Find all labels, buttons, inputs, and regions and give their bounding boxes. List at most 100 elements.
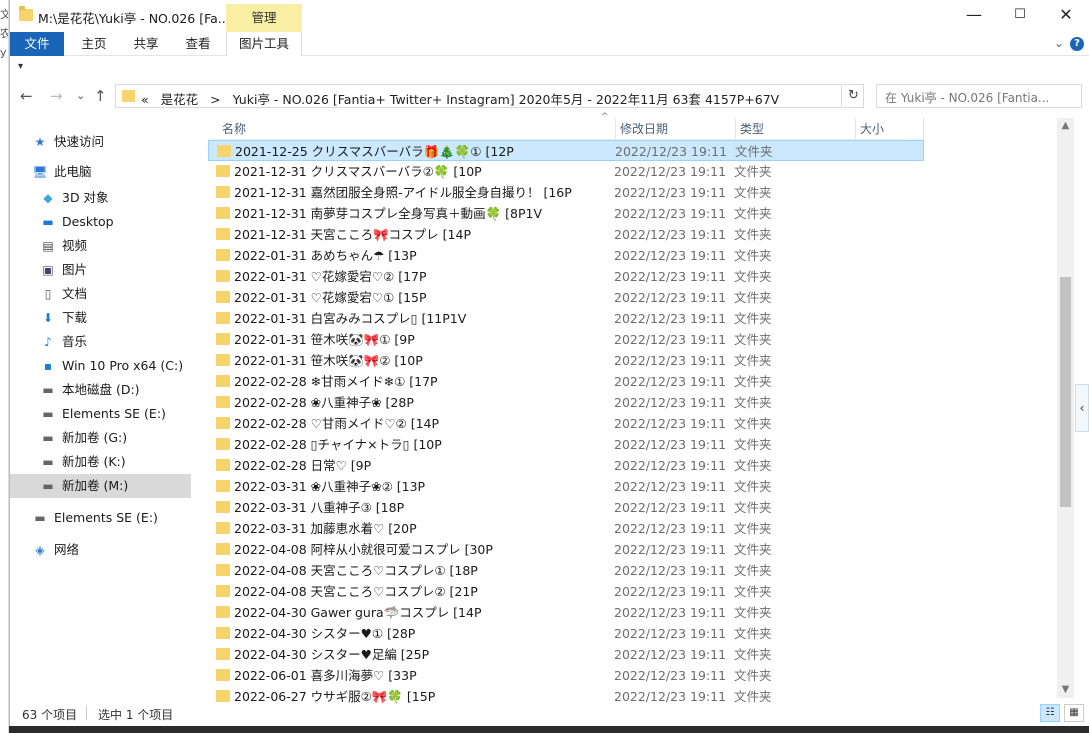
breadcrumb-separator[interactable]: > [210, 92, 220, 107]
column-type[interactable]: 类型 [736, 118, 856, 140]
large-icons-view-button[interactable]: ▦ [1064, 704, 1084, 722]
file-row[interactable]: 2022-01-31 白宮みみコスプレ▯ [11P1V 2022/12/23 19… [208, 308, 924, 329]
file-row[interactable]: 2022-02-28 日常♡ [9P 2022/12/23 19:11 文件夹 [208, 455, 924, 476]
details-view-button[interactable]: ☷ [1040, 704, 1060, 722]
quick-access-dropdown-icon[interactable]: ▾ [18, 61, 23, 72]
file-row[interactable]: 2021-12-31 クリスマスバーバラ②🍀 [10P 2022/12/23 19… [208, 161, 924, 182]
desktop-edge-text: y [0, 46, 7, 59]
file-type: 文件夹 [734, 206, 772, 221]
close-button[interactable]: ✕ [1043, 0, 1089, 32]
file-row[interactable]: 2022-04-08 天宮こころ♡コスプレ① [18P 2022/12/23 19… [208, 560, 924, 581]
back-button[interactable]: ← [20, 87, 33, 105]
file-row[interactable]: 2022-01-31 笹木咲🐼🎀① [9P 2022/12/23 19:11 文件夹 [208, 329, 924, 350]
file-type: 文件夹 [734, 269, 772, 284]
up-button[interactable]: ↑ [94, 87, 107, 105]
file-row[interactable]: 2022-04-30 Gawer gura🦈コスプレ [14P 2022/12/2… [208, 602, 924, 623]
breadcrumb-segment[interactable]: Yuki亭 - NO.026 [Fantia+ Twitter+ Instagr… [233, 92, 780, 107]
picture-icon: ▣ [42, 263, 54, 277]
minimize-button[interactable]: — [951, 0, 997, 32]
refresh-button[interactable]: ↻ [844, 84, 864, 108]
folder-icon [216, 396, 230, 408]
nav-item[interactable]: ▬ 新加卷 (M:) [10, 474, 191, 498]
nav-item[interactable]: ★ 快速访问 [32, 130, 104, 154]
nav-item[interactable]: ▬ 新加卷 (K:) [40, 450, 125, 474]
file-row[interactable]: 2022-01-31 ♡花嫁愛宕♡① [15P 2022/12/23 19:11 文… [208, 287, 924, 308]
file-row[interactable]: 2022-06-01 喜多川海夢♡ [33P 2022/12/23 19:11 文件… [208, 665, 924, 686]
nav-item[interactable]: ♪ 音乐 [40, 330, 87, 354]
search-input[interactable]: 在 Yuki亭 - NO.026 [Fantia... [876, 84, 1082, 108]
folder-icon [216, 270, 230, 282]
nav-item[interactable]: ▤ 视频 [40, 234, 87, 258]
file-row[interactable]: 2022-03-31 ❀八重神子❀② [13P 2022/12/23 19:11 文… [208, 476, 924, 497]
file-date: 2022/12/23 19:11 [614, 500, 727, 515]
tab-picture-tools[interactable]: 图片工具 [226, 32, 302, 56]
nav-item[interactable]: ⬇ 下载 [40, 306, 87, 330]
nav-item-label: 本地磁盘 (D:) [62, 382, 140, 397]
file-row[interactable]: 2022-02-28 ❀八重神子❀ [28P 2022/12/23 19:11 文件… [208, 392, 924, 413]
nav-item-label: 音乐 [62, 334, 88, 349]
file-row[interactable]: 2022-01-31 笹木咲🐼🎀② [10P 2022/12/23 19:11 文件… [208, 350, 924, 371]
nav-item-label: 下载 [62, 310, 88, 325]
file-type: 文件夹 [734, 416, 772, 431]
nav-item[interactable]: 🖥 此电脑 [32, 160, 91, 184]
file-row[interactable]: 2022-01-31 ♡花嫁愛宕♡② [17P 2022/12/23 19:11 文… [208, 266, 924, 287]
address-row: ← → ⌄ ↑ « 是花花 > Yuki亭 - NO.026 [Fantia+ … [10, 83, 1089, 111]
maximize-button[interactable]: ☐ [997, 0, 1043, 32]
nav-item[interactable]: ◈ 网络 [32, 538, 79, 562]
scroll-down-icon[interactable]: ▼ [1057, 682, 1074, 698]
file-name: 2022-02-28 ♡甘雨メイド♡② [14P [234, 416, 440, 431]
breadcrumb-segment[interactable]: 是花花 [161, 92, 199, 107]
status-divider [86, 706, 87, 720]
file-row[interactable]: 2022-02-28 ♡甘雨メイド♡② [14P 2022/12/23 19:11… [208, 413, 924, 434]
file-row[interactable]: 2022-04-08 天宮こころ♡コスプレ② [21P 2022/12/23 19… [208, 581, 924, 602]
nav-item[interactable]: ▬ Elements SE (E:) [40, 402, 166, 426]
tab-file[interactable]: 文件 [10, 32, 64, 56]
nav-item[interactable]: ▬ 新加卷 (G:) [40, 426, 127, 450]
file-row[interactable]: 2022-03-31 八重神子③ [18P 2022/12/23 19:11 文件夹 [208, 497, 924, 518]
drive-icon: ▬ [42, 431, 54, 445]
breadcrumb-overflow[interactable]: « [141, 92, 149, 107]
tab-share[interactable]: 共享 [126, 32, 166, 56]
file-date: 2022/12/23 19:11 [614, 458, 727, 473]
column-modified[interactable]: 修改日期 [616, 118, 736, 140]
file-row[interactable]: 2022-04-30 シスター♥① [28P 2022/12/23 19:11 文件… [208, 623, 924, 644]
nav-item[interactable]: ▬ Desktop [40, 210, 113, 234]
file-row[interactable]: 2021-12-25 クリスマスバーバラ🎁🎄🍀① [12P 2022/12/23 … [208, 140, 924, 161]
vertical-scrollbar[interactable]: ▲ ▼ [1057, 118, 1074, 698]
desktop-edge-text: 农 [0, 27, 8, 40]
nav-item[interactable]: ▬ Elements SE (E:) [32, 506, 158, 530]
desktop-icon: ▬ [42, 215, 54, 229]
nav-item[interactable]: ◆ 3D 对象 [40, 186, 108, 210]
file-row[interactable]: 2022-04-30 シスター♥足編 [25P 2022/12/23 19:11 文… [208, 644, 924, 665]
nav-item[interactable]: ▯ 文档 [40, 282, 87, 306]
nav-item-label: 文档 [62, 286, 88, 301]
nav-item[interactable]: ▬ 本地磁盘 (D:) [40, 378, 140, 402]
nav-item-label: 新加卷 (M:) [62, 478, 129, 493]
recent-locations-button[interactable]: ⌄ [76, 89, 85, 102]
file-row[interactable]: 2021-12-31 天宮こころ🎀コスプレ [14P 2022/12/23 19:… [208, 224, 924, 245]
file-row[interactable]: 2021-12-31 嘉然团服全身照-アイドル服全身自撮り！ [16P 2022/… [208, 182, 924, 203]
column-header: 名称 ^ 修改日期 类型 大小 [208, 112, 924, 140]
file-row[interactable]: 2022-01-31 あめちゃん☂ [13P 2022/12/23 19:11 文件… [208, 245, 924, 266]
file-row[interactable]: 2022-04-08 阿梓从小就很可爱コスプレ [30P 2022/12/23 1… [208, 539, 924, 560]
help-icon[interactable]: ? [1070, 37, 1084, 51]
file-row[interactable]: 2022-03-31 加藤恵水着♡ [20P 2022/12/23 19:11 文件… [208, 518, 924, 539]
address-bar[interactable]: « 是花花 > Yuki亭 - NO.026 [Fantia+ Twitter+… [115, 84, 842, 108]
ribbon-expand-icon[interactable]: ⌄ [1054, 36, 1064, 50]
column-size[interactable]: 大小 [856, 118, 924, 140]
preview-pane-toggle[interactable]: ‹ [1075, 384, 1089, 432]
file-row[interactable]: 2022-02-28 ▯チャイナ×トラ▯ [10P 2022/12/23 19:1… [208, 434, 924, 455]
tab-view[interactable]: 查看 [178, 32, 218, 56]
scroll-up-icon[interactable]: ▲ [1057, 118, 1074, 134]
nav-item[interactable]: ▪ Win 10 Pro x64 (C:) [40, 354, 183, 378]
drive-icon: ▬ [42, 407, 54, 421]
tab-home[interactable]: 主页 [74, 32, 114, 56]
manage-context-tab[interactable]: 管理 [226, 4, 302, 32]
nav-item[interactable]: ▣ 图片 [40, 258, 87, 282]
column-name[interactable]: 名称 [208, 118, 616, 140]
file-row[interactable]: 2022-02-28 ❄甘雨メイド❄① [17P 2022/12/23 19:11… [208, 371, 924, 392]
file-row[interactable]: 2021-12-31 南夢芽コスプレ全身写真＋動画🍀 [8P1V 2022/12/… [208, 203, 924, 224]
forward-button[interactable]: → [50, 87, 63, 105]
scrollbar-thumb[interactable] [1060, 277, 1071, 507]
file-type: 文件夹 [734, 626, 772, 641]
